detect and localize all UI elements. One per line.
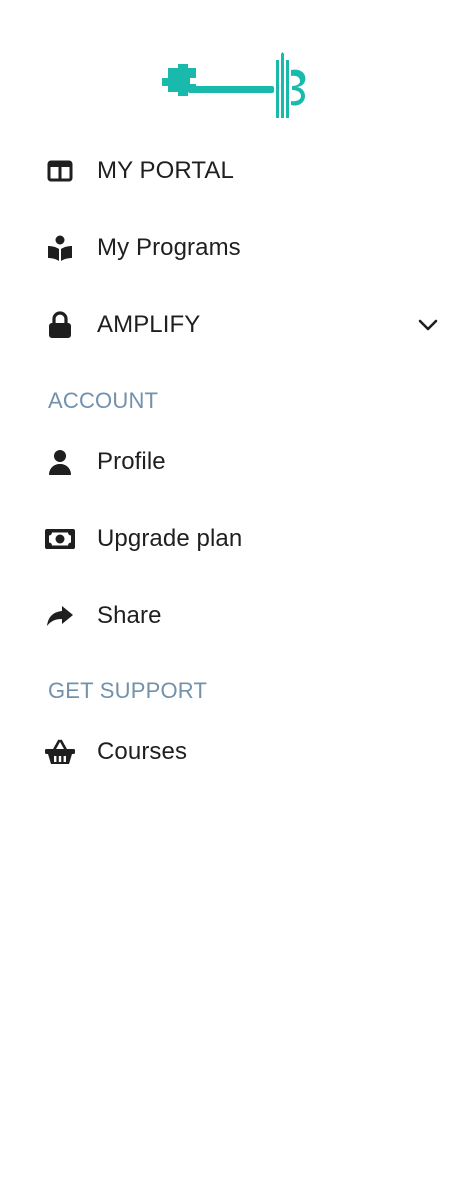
section-heading-get-support: GET SUPPORT <box>48 678 208 703</box>
nav-item-upgrade-plan[interactable]: Upgrade plan <box>44 515 440 563</box>
money-bill-icon <box>44 523 76 555</box>
nav-item-label: My Programs <box>97 234 241 261</box>
nav-item-share[interactable]: Share <box>44 592 440 640</box>
nav-item-label: Profile <box>97 448 166 475</box>
nav-item-label: Courses <box>97 738 188 765</box>
columns-icon <box>44 155 76 187</box>
brand-logo[interactable] <box>160 52 306 122</box>
basket-icon <box>44 736 76 768</box>
nav-item-my-portal[interactable]: MY PORTAL <box>44 147 440 195</box>
sidebar-menu: MY PORTAL My Programs AMPLIFY ACCOUNT Pr… <box>0 0 453 1191</box>
reader-icon <box>44 232 76 264</box>
nav-item-courses[interactable]: Courses <box>44 728 440 776</box>
user-icon <box>44 446 76 478</box>
nav-item-amplify[interactable]: AMPLIFY <box>44 301 440 349</box>
nav-item-label: AMPLIFY <box>97 311 201 338</box>
lock-icon <box>44 309 76 341</box>
chevron-down-icon[interactable] <box>416 313 440 337</box>
share-arrow-icon <box>44 600 76 632</box>
nav-item-label: Share <box>97 602 162 629</box>
nav-item-profile[interactable]: Profile <box>44 438 440 486</box>
nav-item-label: Upgrade plan <box>97 525 243 552</box>
key-music-logo-icon <box>162 52 306 118</box>
section-heading-account: ACCOUNT <box>48 388 159 413</box>
nav-item-my-programs[interactable]: My Programs <box>44 224 440 272</box>
nav-item-label: MY PORTAL <box>97 157 234 184</box>
